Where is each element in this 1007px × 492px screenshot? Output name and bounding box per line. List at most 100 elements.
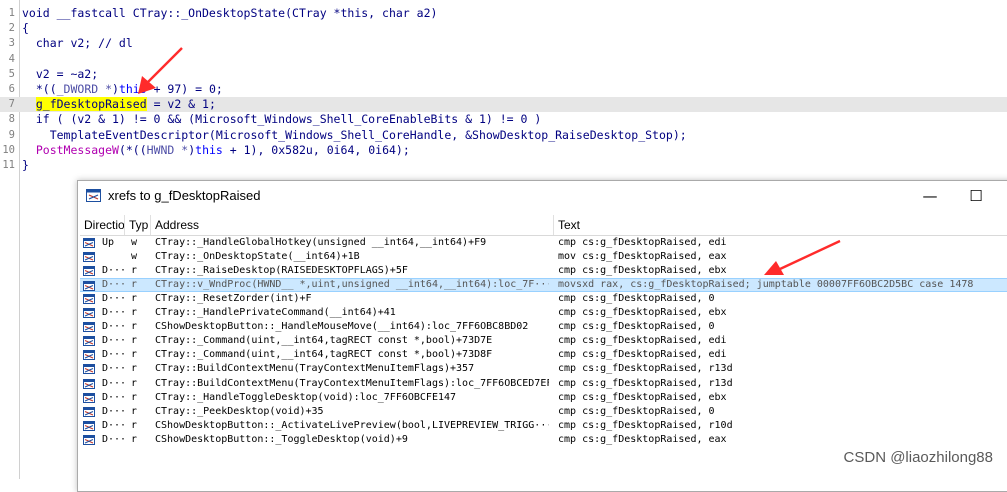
xrefs-window[interactable]: xrefs to g_fDesktopRaised — ☐ ✕ Directio… [77,180,1007,492]
code-token[interactable]: + 1), 0x582u, 0i64, 0i64); [223,143,410,157]
maximize-button[interactable]: ☐ [954,181,998,212]
code-token[interactable]: char v2; // dl [22,36,133,50]
code-line[interactable]: 6 *((_DWORD *)this + 97) = 0; [0,82,1007,97]
xref-icon [83,252,95,263]
line-number: 4 [8,52,15,65]
type-cell: r [131,391,138,403]
code-line[interactable]: 8 if ( (v2 & 1) != 0 && (Microsoft_Windo… [0,112,1007,127]
xrefs-table-header: Directio Typ Address Text [80,215,1007,236]
text-cell: cmp cs:g_fDesktopRaised, ebx [558,265,727,277]
code-line[interactable]: 4 [0,52,1007,67]
xref-icon [83,406,95,417]
type-cell: r [131,419,138,431]
xref-icon [83,281,95,292]
table-row[interactable]: D··· r CTray::_HandlePrivateCommand(__int6… [80,306,1007,320]
type-cell: w [131,251,138,263]
highlighted-symbol[interactable]: g_fDesktopRaised [35,97,147,112]
table-row[interactable]: D··· r CTray::_RaiseDesktop(RAISEDESKTOPFL… [80,264,1007,278]
code-token[interactable]: PostMessageW [36,143,119,157]
code-line[interactable]: 11} [0,158,1007,173]
table-row[interactable]: D··· r CTray::_Command(uint,__int64,tagREC… [80,348,1007,362]
direction-cell: D··· [102,405,126,417]
code-line[interactable]: 1 void __fastcall CTray::_OnDesktopState(… [0,6,1007,21]
address-cell: CShowDesktopButton::_ActivateLivePreview… [155,419,549,431]
xref-icon [83,364,95,375]
code-token[interactable] [22,97,36,111]
type-cell: r [131,377,138,389]
text-cell: cmp cs:g_fDesktopRaised, r13d [558,377,733,389]
close-button[interactable]: ✕ [1000,181,1007,212]
table-row[interactable]: D··· r CTray::_PeekDesktop(void)+35 cmp cs:… [80,405,1007,419]
minimize-button[interactable]: — [908,181,952,212]
line-number: 7 [8,98,15,111]
column-header-text[interactable]: Text [554,215,1007,235]
code-token[interactable]: ) [112,82,119,96]
code-text: } [22,158,29,173]
line-number: 5 [8,67,15,80]
code-token[interactable]: TemplateEventDescriptor(Microsoft_Window… [22,128,687,142]
code-token[interactable] [22,143,36,157]
line-number: 6 [8,83,15,95]
table-row[interactable]: D··· r CTray::v_WndProc(HWND__ *,uint,unsi… [80,278,1007,293]
code-token[interactable]: = v2 & 1; [147,97,216,111]
line-number: 2 [8,22,15,35]
type-cell: r [131,433,138,445]
code-token[interactable]: HWND * [147,143,189,157]
column-header-direction[interactable]: Directio [80,215,125,235]
line-number: 11 [2,159,15,171]
type-cell: r [131,321,138,333]
code-token[interactable]: { [22,21,29,35]
code-token[interactable]: this [119,82,147,96]
column-header-address[interactable]: Address [151,215,554,235]
code-token[interactable]: (*(( [119,143,147,157]
table-row[interactable]: D··· r CTray::BuildContextMenu(TrayContext… [80,362,1007,376]
table-row[interactable]: D··· r CTray::_ResetZorder(int)+F cmp cs:g_… [80,292,1007,306]
code-text: g_fDesktopRaised = v2 & 1; [22,97,216,112]
address-cell: CTray::v_WndProc(HWND__ *,uint,unsigned … [155,279,549,291]
line-number: 8 [8,113,15,126]
direction-cell: D··· [102,321,126,333]
code-token[interactable]: + 97) = 0; [147,82,223,96]
code-line[interactable]: 10 PostMessageW(*((HWND *)this + 1), 0x5… [0,143,1007,158]
type-cell: r [131,363,138,375]
table-row[interactable]: D··· r CTray::BuildContextMenu(TrayContext… [80,377,1007,391]
text-cell: movsxd rax, cs:g_fDesktopRaised; jumptab… [558,279,974,291]
code-token[interactable]: this [195,143,223,157]
table-row[interactable]: D··· r CShowDesktopButton::_HandleMouseMov… [80,320,1007,334]
xref-icon [83,378,95,389]
code-line[interactable]: 5 v2 = ~a2; [0,67,1007,82]
code-token[interactable]: void __fastcall CTray::_OnDesktopState(C… [22,6,437,20]
code-token[interactable]: v2 = ~a2; [22,67,98,81]
xref-icon [83,336,95,347]
address-cell: CTray::_HandlePrivateCommand(__int64)+41 [155,307,396,319]
xref-icon [83,392,95,403]
xref-icon [83,266,95,277]
address-cell: CTray::_OnDesktopState(__int64)+1B [155,251,360,263]
code-line[interactable]: 3 char v2; // dl [0,36,1007,51]
table-row[interactable]: D··· r CShowDesktopButton::_ToggleDesktop(… [80,433,1007,447]
code-token[interactable]: *(( [22,82,57,96]
code-line[interactable]: 7 g_fDesktopRaised = v2 & 1; [0,97,1007,113]
xrefs-titlebar[interactable]: xrefs to g_fDesktopRaised — ☐ ✕ [78,181,1007,212]
code-line[interactable]: 2{ [0,21,1007,36]
address-cell: CTray::_Command(uint,__int64,tagRECT con… [155,335,493,347]
direction-cell: D··· [102,391,126,403]
code-token[interactable]: _DWORD * [57,82,112,96]
code-text: if ( (v2 & 1) != 0 && (Microsoft_Windows… [22,112,541,127]
table-row[interactable]: Up w CTray::_HandleGlobalHotkey(unsigned _… [80,236,1007,250]
address-cell: CTray::_ResetZorder(int)+F [155,293,312,305]
code-token[interactable]: } [22,158,29,172]
code-text: char v2; // dl [22,36,133,51]
table-row[interactable]: w CTray::_OnDesktopState(__int64)+1B mov c… [80,250,1007,264]
direction-cell: D··· [102,279,126,291]
direction-cell: D··· [102,433,126,445]
table-row[interactable]: D··· r CShowDesktopButton::_ActivateLivePr… [80,419,1007,433]
text-cell: cmp cs:g_fDesktopRaised, eax [558,433,727,445]
column-header-type[interactable]: Typ [125,215,151,235]
code-line[interactable]: 9 TemplateEventDescriptor(Microsoft_Wind… [0,128,1007,143]
table-row[interactable]: D··· r CTray::_Command(uint,__int64,tagREC… [80,334,1007,348]
table-row[interactable]: D··· r CTray::_HandleToggleDesktop(void):l… [80,391,1007,405]
text-cell: cmp cs:g_fDesktopRaised, edi [558,349,727,361]
code-token[interactable]: if ( (v2 & 1) != 0 && (Microsoft_Windows… [22,112,541,126]
address-cell: CShowDesktopButton::_HandleMouseMove(__i… [155,321,529,333]
